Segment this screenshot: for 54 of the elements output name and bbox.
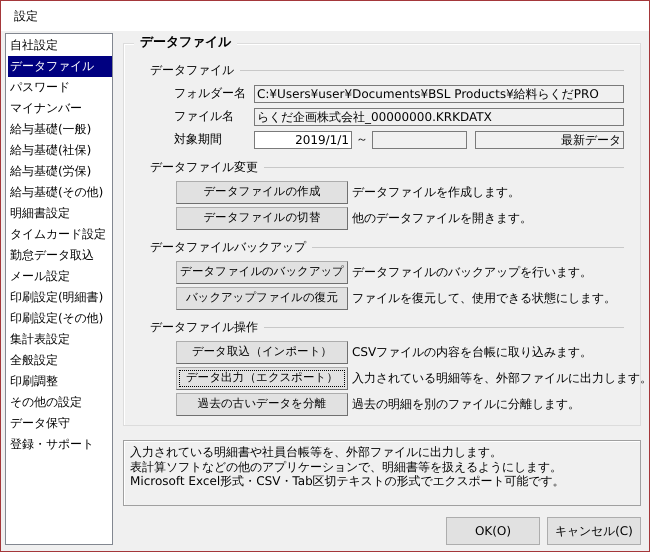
sidebar-item[interactable]: 給与基礎(その他)	[8, 182, 112, 203]
action-description: データファイルを作成します。	[352, 184, 520, 200]
help-text: 表計算ソフトなどの他のアプリケーションで、明細書等を扱えるようにします。	[130, 460, 563, 474]
action-button[interactable]: データ取込（インポート）	[176, 340, 348, 364]
action-button[interactable]: データファイルの切替	[176, 206, 348, 230]
sidebar-item[interactable]: 集計表設定	[8, 329, 112, 350]
action-button[interactable]: データファイルの作成	[176, 180, 348, 204]
help-text: Microsoft Excel形式・CSV・Tab区切テキストの形式でエクスポート可能です。	[130, 474, 566, 489]
action-button[interactable]: 過去の古いデータを分離	[176, 392, 348, 416]
text-field[interactable]: C:¥Users¥user¥Documents¥BSL Products¥給料らくだPRO	[254, 84, 624, 102]
sidebar-item[interactable]: 勤怠データ取込	[8, 245, 112, 266]
sidebar-item[interactable]: 給与基礎(社保)	[8, 140, 112, 161]
window-title: 設定	[14, 8, 38, 24]
field-label: 対象期間	[174, 132, 223, 147]
sidebar-item[interactable]: メール設定	[8, 266, 112, 287]
sidebar-item[interactable]: データファイル	[8, 56, 112, 77]
action-description: ファイルを復元して、使用できる状態にします。	[352, 290, 616, 306]
sidebar-item[interactable]: 印刷設定(その他)	[8, 308, 112, 329]
help-text: 入力されている明細書や社員台帳等を、外部ファイルに出力します。	[130, 445, 503, 460]
action-description: 過去の明細を別のファイルに分離します。	[352, 396, 580, 412]
group-title: データファイル	[134, 35, 237, 51]
action-button[interactable]: バックアップファイルの復元	[176, 286, 348, 310]
sidebar-item[interactable]: 登録・サポート	[8, 434, 112, 455]
section-title: データファイル	[150, 62, 234, 78]
sidebar-item[interactable]: 印刷調整	[8, 371, 112, 392]
status-field: 最新データ	[475, 130, 624, 148]
action-description: CSVファイルの内容を台帳に取り込みます。	[352, 344, 592, 360]
action-button[interactable]: データファイルのバックアップ	[176, 260, 348, 284]
action-description: 入力されている明細等を、外部ファイルに出力します。	[352, 370, 650, 386]
sidebar-item[interactable]: 明細書設定	[8, 203, 112, 224]
sidebar-item[interactable]: 自社設定	[8, 35, 112, 56]
section-title: データファイル操作	[150, 320, 258, 334]
separator-text: ～	[355, 132, 369, 147]
field-label: フォルダー名	[174, 86, 247, 101]
action-description: 他のデータファイルを開きます。	[352, 210, 532, 226]
sidebar-item[interactable]: タイムカード設定	[8, 224, 112, 245]
section-title: データファイルバックアップ	[150, 240, 306, 254]
date-field[interactable]: 2019/1/1	[254, 130, 352, 148]
sidebar-item[interactable]: 給与基礎(一般)	[8, 119, 112, 140]
sidebar-item[interactable]: パスワード	[8, 77, 112, 98]
sidebar-item[interactable]: 給与基礎(労保)	[8, 161, 112, 182]
sidebar-item[interactable]: 印刷設定(明細書)	[8, 287, 112, 308]
dialog-button[interactable]: OK(O)	[446, 517, 540, 545]
section-title: データファイル変更	[150, 160, 258, 174]
action-button[interactable]: データ出力（エクスポート）	[176, 366, 348, 390]
field-label: ファイル名	[174, 109, 235, 124]
sidebar-item[interactable]: 全般設定	[8, 350, 112, 371]
sidebar-item[interactable]: データ保守	[8, 413, 112, 434]
sidebar-item[interactable]: マイナンバー	[8, 98, 112, 119]
dialog-button[interactable]: キャンセル(C)	[547, 517, 641, 545]
text-field[interactable]: らくだ企画株式会社_00000000.KRKDATX	[254, 108, 624, 126]
date-field[interactable]	[372, 130, 467, 148]
sidebar-item[interactable]: その他の設定	[8, 392, 112, 413]
action-description: データファイルのバックアップを行います。	[352, 264, 592, 280]
